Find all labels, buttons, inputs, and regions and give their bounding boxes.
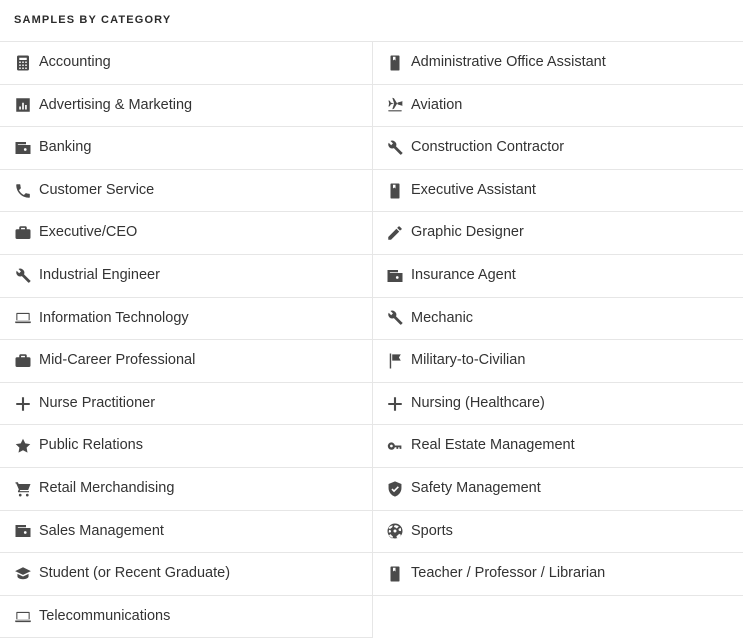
category-label: Mechanic: [411, 309, 474, 326]
book-icon: [385, 181, 405, 201]
category-row-left-11[interactable]: Sales Management: [0, 510, 372, 554]
wrench-icon: [13, 266, 33, 286]
category-row-left-8[interactable]: Nurse Practitioner: [0, 382, 372, 426]
category-row-right-4[interactable]: Graphic Designer: [372, 212, 743, 255]
category-grid: Accounting Advertising & Marketing Banking…: [0, 41, 743, 638]
category-label: Telecommunications: [39, 607, 171, 624]
category-label: Nurse Practitioner: [39, 394, 156, 411]
phone-icon: [13, 181, 33, 201]
category-label: Executive/CEO: [39, 224, 138, 241]
category-row-left-12[interactable]: Student (or Recent Graduate): [0, 553, 372, 596]
category-row-right-5[interactable]: Insurance Agent: [372, 254, 743, 298]
page-title: Samples by Category: [14, 14, 172, 26]
category-label: Real Estate Management: [411, 437, 575, 454]
plus-icon: [385, 394, 405, 414]
plus-icon: [13, 394, 33, 414]
category-row-right-0[interactable]: Administrative Office Assistant: [372, 42, 743, 85]
bar-chart-icon: [13, 95, 33, 115]
category-row-left-2[interactable]: Banking: [0, 127, 372, 170]
category-label: Nursing (Healthcare): [411, 394, 545, 411]
category-label: Construction Contractor: [411, 139, 565, 156]
airplane-icon: [385, 95, 405, 115]
category-label: Sports: [411, 522, 453, 539]
briefcase-icon: [13, 223, 33, 243]
category-row-left-0[interactable]: Accounting: [0, 42, 372, 85]
category-label: Mid-Career Professional: [39, 352, 196, 369]
category-row-right-8[interactable]: Nursing (Healthcare): [372, 382, 743, 426]
book-icon: [385, 564, 405, 584]
category-row-right-9[interactable]: Real Estate Management: [372, 425, 743, 468]
category-row-left-5[interactable]: Industrial Engineer: [0, 254, 372, 298]
category-label: Retail Merchandising: [39, 480, 175, 497]
category-row-left-3[interactable]: Customer Service: [0, 169, 372, 213]
category-label: Public Relations: [39, 437, 143, 454]
category-label: Banking: [39, 139, 92, 156]
category-row-right-6[interactable]: Mechanic: [372, 297, 743, 341]
category-row-right-1[interactable]: Aviation: [372, 84, 743, 128]
category-label: Aviation: [411, 96, 463, 113]
shopping-cart-icon: [13, 479, 33, 499]
category-label: Graphic Designer: [411, 224, 524, 241]
category-label: Customer Service: [39, 181, 155, 198]
category-row-right-7[interactable]: Military-to-Civilian: [372, 340, 743, 383]
category-row-left-1[interactable]: Advertising & Marketing: [0, 84, 372, 128]
category-row-right-10[interactable]: Safety Management: [372, 467, 743, 511]
wrench-icon: [385, 308, 405, 328]
category-label: Safety Management: [411, 480, 541, 497]
laptop-icon: [13, 607, 33, 627]
category-label: Teacher / Professor / Librarian: [411, 565, 606, 582]
category-label: Advertising & Marketing: [39, 96, 193, 113]
category-row-right-12[interactable]: Teacher / Professor / Librarian: [372, 553, 743, 596]
category-row-right-2[interactable]: Construction Contractor: [372, 127, 743, 170]
category-row-left-10[interactable]: Retail Merchandising: [0, 467, 372, 511]
wallet-icon: [13, 521, 33, 541]
wrench-icon: [385, 138, 405, 158]
graduation-cap-icon: [13, 564, 33, 584]
category-column-left: Accounting Advertising & Marketing Banking…: [0, 42, 372, 638]
category-label: Executive Assistant: [411, 181, 536, 198]
category-row-left-13[interactable]: Telecommunications: [0, 595, 372, 638]
wallet-icon: [13, 138, 33, 158]
calculator-icon: [13, 53, 33, 73]
flag-icon: [385, 351, 405, 371]
pencil-icon: [385, 223, 405, 243]
category-label: Administrative Office Assistant: [411, 54, 606, 71]
category-label: Accounting: [39, 54, 111, 71]
category-label: Military-to-Civilian: [411, 352, 526, 369]
category-row-right-11[interactable]: Sports: [372, 510, 743, 554]
key-icon: [385, 436, 405, 456]
category-column-right: Administrative Office Assistant Aviation C…: [372, 42, 743, 596]
category-row-left-9[interactable]: Public Relations: [0, 425, 372, 468]
basketball-icon: [385, 521, 405, 541]
category-label: Information Technology: [39, 309, 189, 326]
category-row-left-6[interactable]: Information Technology: [0, 297, 372, 341]
column-divider: [372, 42, 373, 638]
star-icon: [13, 436, 33, 456]
category-row-left-7[interactable]: Mid-Career Professional: [0, 340, 372, 383]
category-row-right-3[interactable]: Executive Assistant: [372, 169, 743, 213]
category-label: Industrial Engineer: [39, 267, 160, 284]
book-icon: [385, 53, 405, 73]
laptop-icon: [13, 308, 33, 328]
samples-by-category-page: Samples by Category Accounting Advertisin…: [0, 0, 743, 638]
category-label: Sales Management: [39, 522, 164, 539]
shield-check-icon: [385, 479, 405, 499]
briefcase-icon: [13, 351, 33, 371]
wallet-icon: [385, 266, 405, 286]
section-header: Samples by Category: [0, 0, 743, 41]
category-label: Student (or Recent Graduate): [39, 565, 231, 582]
category-row-left-4[interactable]: Executive/CEO: [0, 212, 372, 255]
category-label: Insurance Agent: [411, 267, 516, 284]
